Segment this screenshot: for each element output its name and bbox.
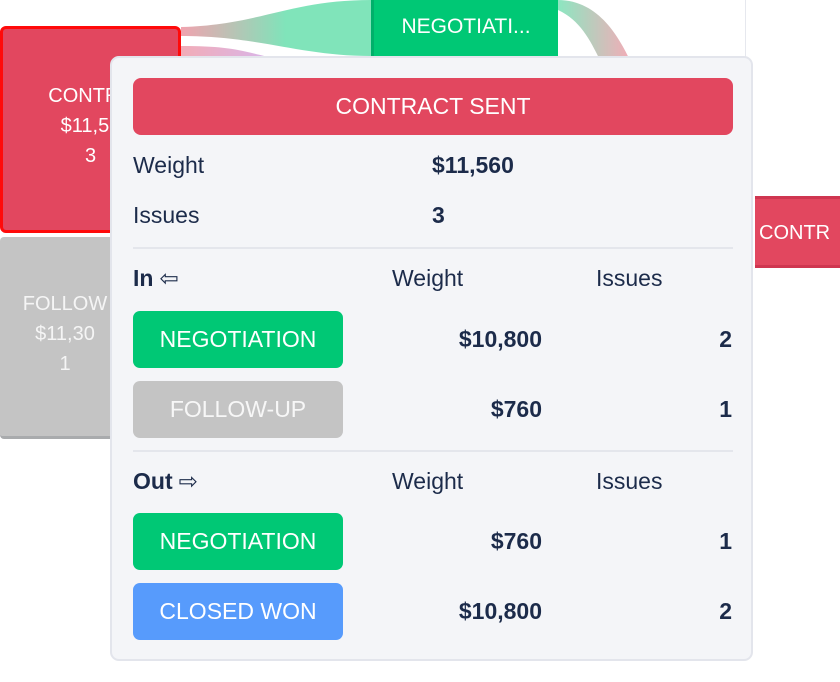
in-section-title: In ⇦ — [133, 265, 179, 292]
out-title: Out — [133, 468, 173, 494]
node-contract-right[interactable]: CONTR — [755, 196, 840, 268]
in-stage-negotiation[interactable]: NEGOTIATION — [133, 311, 343, 368]
issues-label: Issues — [133, 202, 200, 228]
in-col-issues: Issues — [596, 265, 663, 291]
issues-value: 3 — [432, 202, 445, 228]
divider — [133, 450, 733, 452]
in-title: In — [133, 265, 154, 291]
out-stage-negotiation[interactable]: NEGOTIATION — [133, 513, 343, 570]
node-label: CONTR — [759, 222, 831, 244]
node-negotiation[interactable]: NEGOTIATI... — [371, 0, 558, 56]
out-weight: $10,800 — [458, 598, 542, 624]
column-divider — [745, 0, 746, 60]
tooltip-title: CONTRACT SENT — [133, 78, 733, 135]
out-section-title: Out ⇨ — [133, 468, 198, 495]
in-col-weight: Weight — [392, 265, 464, 291]
flow-link-negotiation-to-contract[interactable] — [558, 0, 630, 60]
out-col-weight: Weight — [392, 468, 464, 494]
arrow-left-icon: ⇦ — [159, 265, 179, 291]
out-weight: $760 — [490, 528, 542, 554]
divider — [133, 247, 733, 249]
in-issues: 2 — [719, 326, 732, 352]
in-weight: $10,800 — [458, 326, 542, 352]
in-issues: 1 — [719, 396, 732, 422]
out-stage-closed-won[interactable]: CLOSED WON — [133, 583, 343, 640]
out-issues: 1 — [719, 528, 732, 554]
node-tooltip: CONTRACT SENT Weight $11,560 Issues 3 In… — [110, 56, 753, 661]
weight-label: Weight — [133, 152, 205, 178]
out-issues: 2 — [719, 598, 732, 624]
in-weight: $760 — [490, 396, 542, 422]
in-stage-follow-up[interactable]: FOLLOW-UP — [133, 381, 343, 438]
weight-value: $11,560 — [432, 152, 514, 178]
arrow-right-icon: ⇨ — [178, 468, 198, 494]
out-col-issues: Issues — [596, 468, 663, 494]
node-label: NEGOTIATI... — [401, 15, 531, 38]
